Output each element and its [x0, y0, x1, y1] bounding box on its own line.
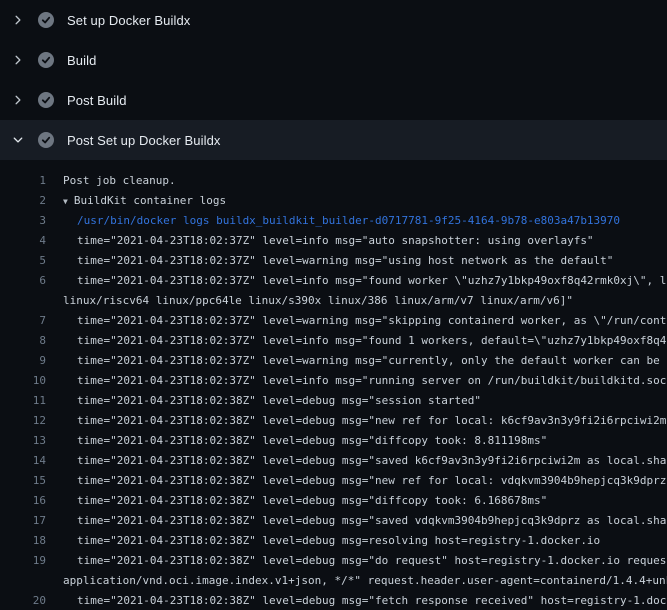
line-number[interactable]: 3 — [0, 214, 46, 227]
line-number[interactable]: 15 — [0, 474, 46, 487]
chevron-right-icon[interactable] — [12, 94, 24, 106]
chevron-right-icon[interactable] — [12, 54, 24, 66]
line-number[interactable]: 10 — [0, 374, 46, 387]
step-title: Post Set up Docker Buildx — [67, 133, 221, 148]
line-text: time="2021-04-23T18:02:38Z" level=debug … — [77, 474, 667, 487]
line-text: ▼ BuildKit container logs — [63, 194, 226, 207]
line-text: time="2021-04-23T18:02:37Z" level=info m… — [77, 334, 667, 347]
log-line: 20 time="2021-04-23T18:02:38Z" level=deb… — [0, 590, 667, 610]
line-text: time="2021-04-23T18:02:37Z" level=warnin… — [77, 254, 613, 267]
line-number[interactable]: 18 — [0, 534, 46, 547]
line-number[interactable]: 16 — [0, 494, 46, 507]
log-line: 12 time="2021-04-23T18:02:38Z" level=deb… — [0, 410, 667, 430]
log-line: 5 time="2021-04-23T18:02:37Z" level=warn… — [0, 250, 667, 270]
line-number[interactable]: 12 — [0, 414, 46, 427]
line-number[interactable]: 20 — [0, 594, 46, 607]
workflow-log-viewer: Set up Docker Buildx Build Post Build — [0, 0, 667, 610]
success-check-icon — [38, 52, 54, 68]
log-group-collapse-triangle-icon[interactable]: ▼ — [63, 197, 68, 206]
log-line: 10 time="2021-04-23T18:02:37Z" level=inf… — [0, 370, 667, 390]
line-text: linux/riscv64 linux/ppc64le linux/s390x … — [63, 294, 573, 307]
line-number[interactable]: 2 — [0, 194, 46, 207]
log-line: 13 time="2021-04-23T18:02:38Z" level=deb… — [0, 430, 667, 450]
line-number[interactable]: 1 — [0, 174, 46, 187]
log-line: 1 Post job cleanup. — [0, 170, 667, 190]
log-group-label: BuildKit container logs — [74, 194, 226, 207]
line-text: time="2021-04-23T18:02:37Z" level=warnin… — [77, 314, 667, 327]
line-text: time="2021-04-23T18:02:38Z" level=debug … — [77, 394, 481, 407]
step-row-build[interactable]: Build — [0, 40, 667, 80]
line-number[interactable]: 6 — [0, 274, 46, 287]
success-check-icon — [38, 12, 54, 28]
line-number[interactable]: 19 — [0, 554, 46, 567]
line-number[interactable]: 8 — [0, 334, 46, 347]
line-number[interactable]: 4 — [0, 234, 46, 247]
log-line: 15 time="2021-04-23T18:02:38Z" level=deb… — [0, 470, 667, 490]
line-text: time="2021-04-23T18:02:38Z" level=debug … — [77, 414, 667, 427]
line-text: time="2021-04-23T18:02:37Z" level=info m… — [77, 234, 594, 247]
line-text: time="2021-04-23T18:02:38Z" level=debug … — [77, 514, 667, 527]
line-text: application/vnd.oci.image.index.v1+json,… — [63, 574, 667, 587]
log-line: 4 time="2021-04-23T18:02:37Z" level=info… — [0, 230, 667, 250]
log-line: 6 time="2021-04-23T18:02:37Z" level=info… — [0, 270, 667, 290]
log-line: 11 time="2021-04-23T18:02:38Z" level=deb… — [0, 390, 667, 410]
log-line: 19 time="2021-04-23T18:02:38Z" level=deb… — [0, 550, 667, 570]
line-number[interactable]: 17 — [0, 514, 46, 527]
log-area: 1 Post job cleanup. 2 ▼ BuildKit containe… — [0, 160, 667, 610]
line-text: time="2021-04-23T18:02:37Z" level=info m… — [77, 274, 667, 287]
line-number[interactable]: 9 — [0, 354, 46, 367]
step-row-post-build[interactable]: Post Build — [0, 80, 667, 120]
success-check-icon — [38, 132, 54, 148]
line-text: time="2021-04-23T18:02:38Z" level=debug … — [77, 554, 667, 567]
line-number[interactable]: 7 — [0, 314, 46, 327]
log-line: 14 time="2021-04-23T18:02:38Z" level=deb… — [0, 450, 667, 470]
log-line: 2 ▼ BuildKit container logs — [0, 190, 667, 210]
line-text: /usr/bin/docker logs buildx_buildkit_bui… — [77, 214, 620, 227]
line-number[interactable]: 14 — [0, 454, 46, 467]
step-row-post-setup-docker-buildx[interactable]: Post Set up Docker Buildx — [0, 120, 667, 160]
log-line: linux/riscv64 linux/ppc64le linux/s390x … — [0, 290, 667, 310]
line-number[interactable]: 11 — [0, 394, 46, 407]
line-text: time="2021-04-23T18:02:37Z" level=warnin… — [77, 354, 667, 367]
chevron-down-icon[interactable] — [12, 134, 24, 146]
line-text: time="2021-04-23T18:02:37Z" level=info m… — [77, 374, 667, 387]
chevron-right-icon[interactable] — [12, 14, 24, 26]
line-number[interactable]: 13 — [0, 434, 46, 447]
step-title: Set up Docker Buildx — [67, 13, 190, 28]
log-line: 3 /usr/bin/docker logs buildx_buildkit_b… — [0, 210, 667, 230]
success-check-icon — [38, 92, 54, 108]
steps-list: Set up Docker Buildx Build Post Build — [0, 0, 667, 160]
line-text: Post job cleanup. — [63, 174, 176, 187]
step-row-setup-docker-buildx[interactable]: Set up Docker Buildx — [0, 0, 667, 40]
log-line: 16 time="2021-04-23T18:02:38Z" level=deb… — [0, 490, 667, 510]
line-text: time="2021-04-23T18:02:38Z" level=debug … — [77, 534, 600, 547]
log-line: 17 time="2021-04-23T18:02:38Z" level=deb… — [0, 510, 667, 530]
step-title: Build — [67, 53, 96, 68]
line-text: time="2021-04-23T18:02:38Z" level=debug … — [77, 494, 547, 507]
log-line: 18 time="2021-04-23T18:02:38Z" level=deb… — [0, 530, 667, 550]
log-line: application/vnd.oci.image.index.v1+json,… — [0, 570, 667, 590]
line-text: time="2021-04-23T18:02:38Z" level=debug … — [77, 454, 667, 467]
line-text: time="2021-04-23T18:02:38Z" level=debug … — [77, 434, 547, 447]
log-line: 9 time="2021-04-23T18:02:37Z" level=warn… — [0, 350, 667, 370]
line-text: time="2021-04-23T18:02:38Z" level=debug … — [77, 594, 667, 607]
line-number[interactable]: 5 — [0, 254, 46, 267]
log-line: 7 time="2021-04-23T18:02:37Z" level=warn… — [0, 310, 667, 330]
log-line: 8 time="2021-04-23T18:02:37Z" level=info… — [0, 330, 667, 350]
step-title: Post Build — [67, 93, 127, 108]
